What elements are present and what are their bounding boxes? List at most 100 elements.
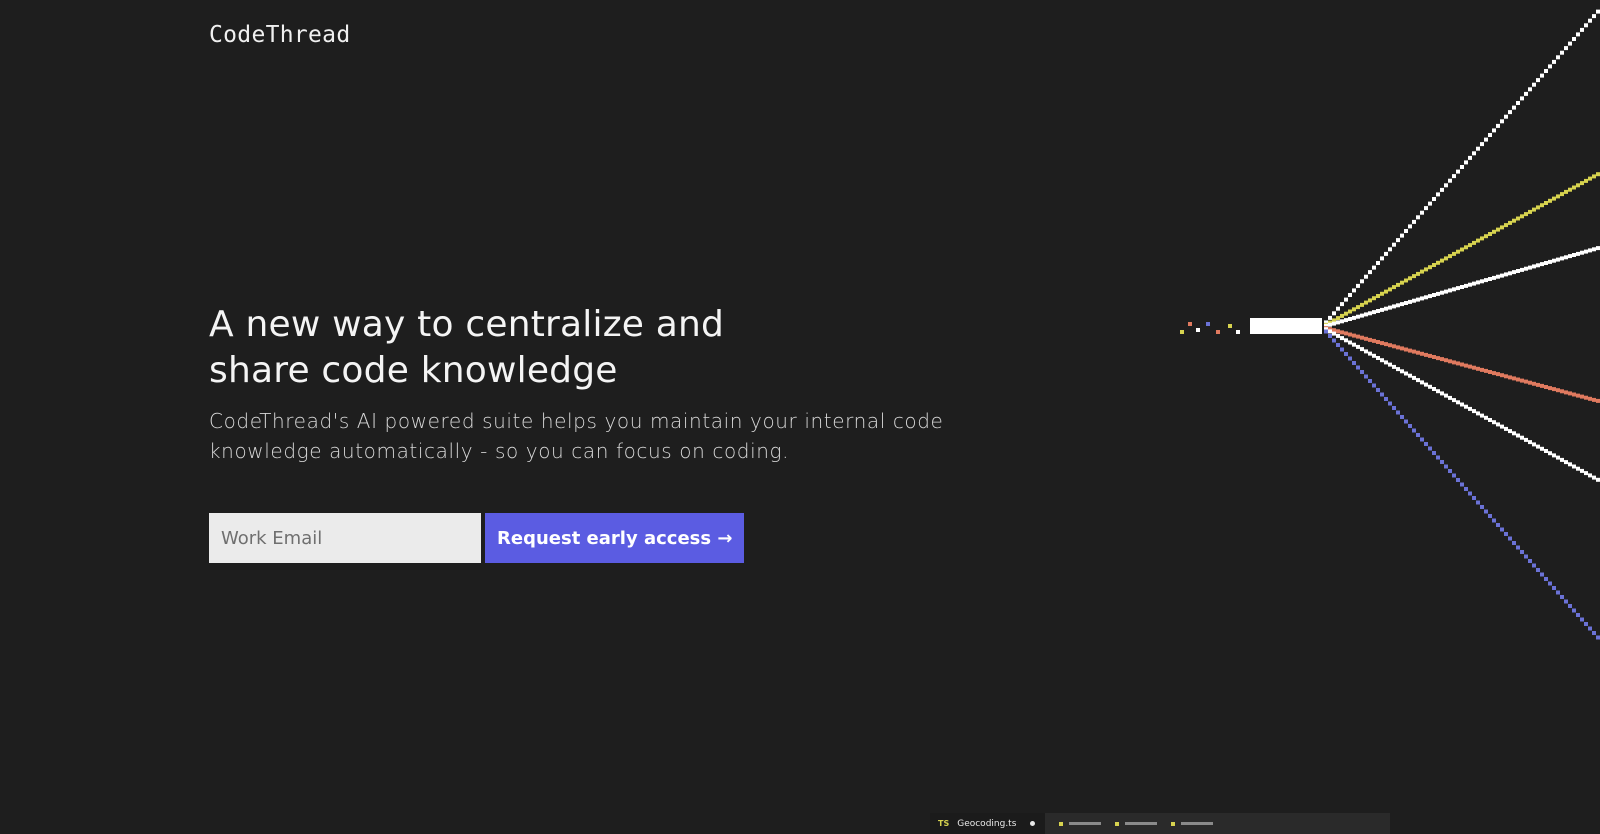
thread-pixel	[1496, 422, 1500, 427]
thread-pixel	[1460, 285, 1464, 289]
thread-pixel	[1564, 46, 1568, 51]
thread-pixel	[1364, 300, 1368, 305]
thread-pixel	[1472, 365, 1476, 370]
thread-pixel	[1254, 330, 1258, 334]
thread-pixel	[1472, 240, 1476, 245]
thread-ray	[1324, 9, 1600, 325]
thread-pixel	[1376, 388, 1380, 392]
thread-pixel	[1444, 464, 1448, 469]
thread-pixel	[1258, 322, 1262, 326]
thread-pixel	[1484, 278, 1488, 283]
thread-pixel	[1424, 352, 1428, 357]
thread-pixel	[1372, 265, 1376, 270]
thread-pixel	[1396, 410, 1400, 415]
thread-pixel	[1364, 274, 1368, 279]
thread-pixel	[1480, 142, 1484, 147]
thread-pixel	[1564, 460, 1568, 465]
thread-pixel	[1556, 388, 1560, 393]
thread-pixel	[1524, 379, 1528, 384]
thread-pixel	[1568, 254, 1572, 259]
logo[interactable]: CodeThread	[209, 22, 350, 48]
thread-pixel	[1500, 225, 1504, 230]
thread-pixel	[1380, 256, 1384, 261]
hero-subheadline: CodeThread's AI powered suite helps you …	[209, 406, 969, 466]
thread-pixel	[1580, 181, 1584, 186]
thread-pixel	[1372, 296, 1376, 301]
thread-pixel	[1500, 119, 1504, 124]
thread-pixel	[1228, 324, 1232, 328]
thread-pixel	[1372, 383, 1376, 388]
thread-pixel	[1376, 340, 1380, 344]
thread-pixel	[1290, 330, 1294, 334]
thread-pixel	[1512, 541, 1516, 545]
thread-pixel	[1376, 261, 1380, 265]
thread-pixel	[1596, 246, 1600, 251]
thread-pixel	[1332, 331, 1336, 336]
thread-pixel	[1512, 105, 1516, 110]
thread-pixel	[1408, 348, 1412, 353]
thread-pixel	[1536, 263, 1540, 268]
thread-pixel	[1504, 374, 1508, 379]
thread-pixel	[1460, 402, 1464, 407]
thread-pixel	[1384, 360, 1388, 365]
thread-pixel	[1508, 375, 1512, 380]
thread-pixel	[1364, 336, 1368, 341]
thread-pixel	[1384, 251, 1388, 256]
thread-pixel	[1588, 473, 1592, 478]
thread-pixel	[1368, 337, 1372, 342]
thread-pixel	[1278, 322, 1282, 326]
thread-pixel	[1384, 306, 1388, 311]
thread-pixel	[1368, 379, 1372, 383]
thread-pixel	[1488, 232, 1492, 236]
thread-pixel	[1360, 335, 1364, 340]
thread-pixel	[1344, 297, 1348, 302]
work-email-input[interactable]	[209, 513, 481, 563]
tab-label-placeholder	[1181, 822, 1214, 825]
request-early-access-button[interactable]: Request early access →	[485, 513, 745, 563]
thread-pixel	[1536, 205, 1540, 210]
thread-pixel	[1250, 326, 1254, 330]
thread-pixel	[1404, 371, 1408, 376]
thread-pixel	[1428, 353, 1432, 358]
thread-pixel	[1388, 305, 1392, 310]
thread-pixel	[1468, 406, 1472, 411]
thread-pixel	[1460, 482, 1464, 487]
thread-pixel	[1544, 261, 1548, 265]
thread-pixel	[1336, 333, 1340, 338]
thread-pixel	[1532, 207, 1536, 212]
thread-pixel	[1468, 364, 1472, 369]
thread-pixel	[1412, 428, 1416, 433]
thread-pixel	[1344, 331, 1348, 336]
thread-pixel	[1368, 270, 1372, 275]
thread-pixel	[1328, 334, 1332, 338]
thread-pixel	[1584, 622, 1588, 626]
thread-pixel	[1472, 496, 1476, 500]
thread-pixel	[1348, 332, 1352, 337]
thread-pixel	[1356, 314, 1360, 319]
thread-pixel	[1318, 318, 1322, 322]
thread-pixel	[1332, 338, 1336, 343]
thread-pixel	[1412, 274, 1416, 279]
thread-pixel	[1464, 487, 1468, 491]
thread-pixel	[1500, 373, 1504, 378]
thread-pixel	[1592, 247, 1596, 252]
thread-pixel	[1266, 322, 1270, 326]
thread-pixel	[1254, 322, 1258, 326]
thread-pixel	[1412, 298, 1416, 303]
thread-pixel	[1572, 37, 1576, 41]
thread-pixel	[1348, 356, 1352, 361]
thread-pixel	[1548, 451, 1552, 456]
thread-pixel	[1396, 282, 1400, 287]
thread-pixel	[1356, 305, 1360, 310]
thread-pixel	[1568, 187, 1572, 192]
tab-label-placeholder	[1125, 822, 1158, 825]
thread-pixel	[1428, 384, 1432, 389]
thread-pixel	[1416, 271, 1420, 276]
thread-pixel	[1544, 577, 1548, 581]
signup-form: Request early access →	[209, 513, 745, 563]
thread-pixel	[1380, 341, 1384, 346]
thread-pixel	[1556, 455, 1560, 460]
thread-pixel	[1536, 78, 1540, 83]
thread-pixel	[1306, 322, 1310, 326]
thread-pixel	[1250, 330, 1254, 334]
